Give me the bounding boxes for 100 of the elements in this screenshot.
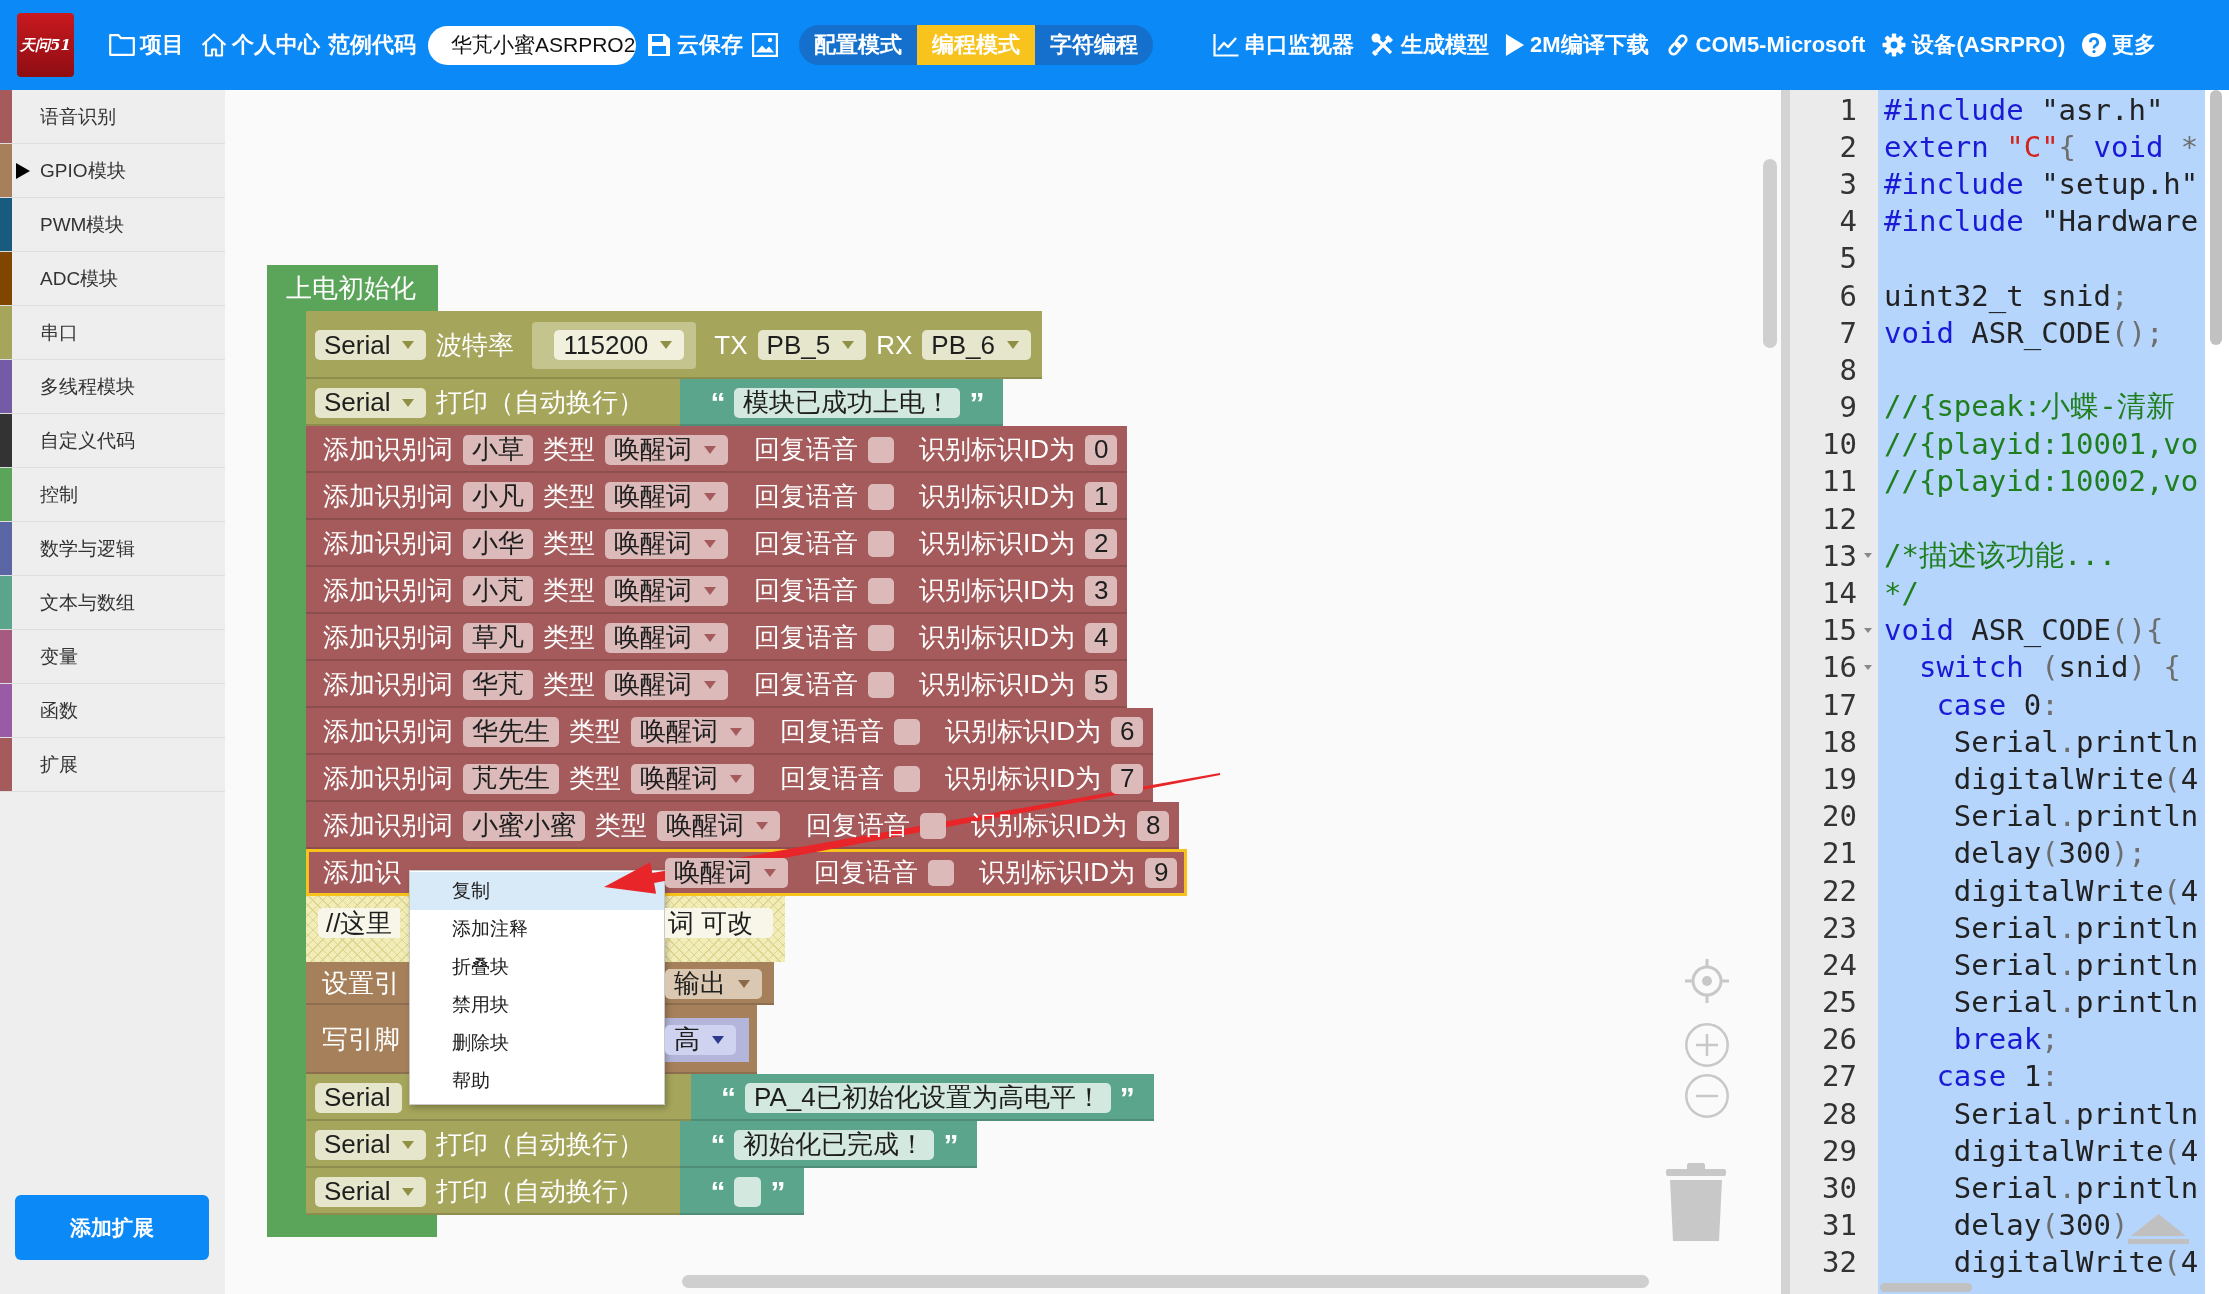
- mode-tab[interactable]: 配置模式: [799, 25, 917, 65]
- fold-caret-icon[interactable]: [1864, 627, 1872, 633]
- number-field[interactable]: 2: [1085, 528, 1118, 559]
- vertical-scrollbar[interactable]: [2210, 90, 2222, 345]
- dropdown-field[interactable]: 唤醒词: [605, 528, 728, 559]
- add-extension-button[interactable]: 添加扩展: [15, 1195, 209, 1260]
- number-field[interactable]: 6: [1111, 716, 1144, 747]
- number-field[interactable]: 5: [1085, 669, 1118, 700]
- code-area[interactable]: [1878, 90, 2205, 1294]
- port-button[interactable]: COM5-Microsoft: [1664, 32, 1866, 58]
- target-icon[interactable]: [1685, 959, 1729, 1003]
- text-field[interactable]: 芃先生: [463, 763, 559, 794]
- dropdown-field[interactable]: Serial: [315, 1176, 427, 1207]
- dropdown-field[interactable]: 唤醒词: [605, 434, 728, 465]
- category-item[interactable]: 串口: [0, 306, 225, 360]
- category-item[interactable]: 数学与逻辑: [0, 522, 225, 576]
- number-field[interactable]: 3: [1085, 575, 1118, 606]
- project-name-field[interactable]: 华芃小蜜ASRPRO2: [428, 25, 636, 65]
- number-field[interactable]: 8: [1137, 810, 1170, 841]
- text-field[interactable]: //这里: [318, 908, 401, 938]
- checkbox[interactable]: [868, 436, 894, 463]
- category-item[interactable]: 文本与数组: [0, 576, 225, 630]
- project-button[interactable]: 项目: [109, 30, 184, 60]
- text-field[interactable]: 小凡: [463, 481, 533, 512]
- category-item[interactable]: PWM模块: [0, 198, 225, 252]
- text-field[interactable]: 草凡: [463, 622, 533, 653]
- dropdown-field[interactable]: 输出: [665, 968, 762, 999]
- checkbox[interactable]: [928, 859, 954, 886]
- category-item[interactable]: 变量: [0, 630, 225, 684]
- dropdown-field[interactable]: 唤醒词: [605, 669, 728, 700]
- fold-caret-icon[interactable]: [1864, 553, 1872, 559]
- compile-download-button[interactable]: 2M编译下载: [1505, 30, 1649, 60]
- dropdown-field[interactable]: 唤醒词: [605, 575, 728, 606]
- menu-item[interactable]: 折叠块: [410, 948, 664, 986]
- menu-item[interactable]: 添加注释: [410, 910, 664, 948]
- category-item[interactable]: 多线程模块: [0, 360, 225, 414]
- trash-icon[interactable]: [1666, 1163, 1726, 1241]
- checkbox[interactable]: [868, 577, 894, 604]
- build-model-button[interactable]: 生成模型: [1370, 30, 1489, 60]
- text-field[interactable]: 小芃: [463, 575, 533, 606]
- text-field[interactable]: 小华: [463, 528, 533, 559]
- horizontal-scrollbar[interactable]: [682, 1275, 1649, 1288]
- horizontal-scrollbar[interactable]: [1880, 1283, 1972, 1292]
- serial-monitor-button[interactable]: 串口监视器: [1213, 30, 1354, 60]
- text-field[interactable]: 华先生: [463, 716, 559, 747]
- checkbox[interactable]: [868, 483, 894, 510]
- text-field[interactable]: 初始化已完成！: [734, 1129, 935, 1160]
- checkbox[interactable]: [868, 530, 894, 557]
- cloud-save-button[interactable]: 云保存: [646, 30, 743, 60]
- device-button[interactable]: 设备(ASRPRO): [1881, 30, 2066, 60]
- checkbox[interactable]: [894, 718, 920, 745]
- menu-item[interactable]: 复制: [410, 872, 664, 910]
- checkbox[interactable]: [920, 812, 946, 839]
- checkbox[interactable]: [868, 624, 894, 651]
- dropdown-field[interactable]: PB_6: [922, 330, 1031, 360]
- category-item[interactable]: 函数: [0, 684, 225, 738]
- menu-item[interactable]: 帮助: [410, 1062, 664, 1100]
- text-field[interactable]: 小草: [463, 434, 533, 465]
- dropdown-field[interactable]: PB_5: [757, 330, 867, 360]
- dropdown-field[interactable]: 唤醒词: [631, 716, 754, 747]
- text-field[interactable]: 模块已成功上电！: [734, 387, 961, 418]
- vertical-scrollbar[interactable]: [1763, 159, 1777, 348]
- text-field[interactable]: 词 可改: [665, 908, 774, 938]
- examples-button[interactable]: 范例代码: [328, 30, 416, 60]
- menu-item[interactable]: 删除块: [410, 1024, 664, 1062]
- dropdown-field[interactable]: 唤醒词: [605, 481, 728, 512]
- dropdown-field[interactable]: 唤醒词: [605, 622, 728, 653]
- checkbox[interactable]: [894, 765, 920, 792]
- zoom-out-icon[interactable]: [1685, 1074, 1729, 1118]
- mode-tab[interactable]: 字符编程: [1035, 25, 1153, 65]
- category-item[interactable]: 自定义代码: [0, 414, 225, 468]
- menu-item[interactable]: 禁用块: [410, 986, 664, 1024]
- dropdown-field[interactable]: Serial: [315, 1129, 427, 1160]
- fold-caret-icon[interactable]: [1864, 664, 1872, 670]
- number-field[interactable]: 0: [1085, 434, 1118, 465]
- dropdown-field[interactable]: 唤醒词: [631, 763, 754, 794]
- dropdown-field[interactable]: 高: [665, 1024, 736, 1055]
- dropdown-field[interactable]: 115200: [554, 330, 685, 360]
- dropdown-field[interactable]: Serial: [315, 330, 427, 360]
- category-item[interactable]: 控制: [0, 468, 225, 522]
- number-field[interactable]: 1: [1085, 481, 1118, 512]
- dropdown-field[interactable]: 唤醒词: [665, 857, 788, 888]
- dropdown-field[interactable]: Serial: [315, 387, 427, 418]
- profile-button[interactable]: 个人中心: [201, 30, 320, 60]
- checkbox[interactable]: [868, 671, 894, 698]
- picture-icon[interactable]: [752, 33, 778, 57]
- category-item[interactable]: ADC模块: [0, 252, 225, 306]
- category-item[interactable]: 语音识别: [0, 90, 225, 144]
- more-button[interactable]: 更多: [2081, 30, 2157, 60]
- text-field[interactable]: 华芃: [463, 669, 533, 700]
- number-field[interactable]: 9: [1145, 857, 1178, 888]
- dropdown-field[interactable]: 唤醒词: [657, 810, 780, 841]
- category-item[interactable]: 扩展: [0, 738, 225, 792]
- zoom-in-icon[interactable]: [1685, 1023, 1729, 1067]
- text-field[interactable]: PA_4已初始化设置为高电平！: [745, 1082, 1111, 1113]
- number-field[interactable]: 7: [1111, 763, 1144, 794]
- text-field[interactable]: 小蜜小蜜: [463, 810, 585, 841]
- text-field[interactable]: [734, 1176, 762, 1207]
- dropdown-field[interactable]: Serial: [315, 1082, 403, 1113]
- number-field[interactable]: 4: [1085, 622, 1118, 653]
